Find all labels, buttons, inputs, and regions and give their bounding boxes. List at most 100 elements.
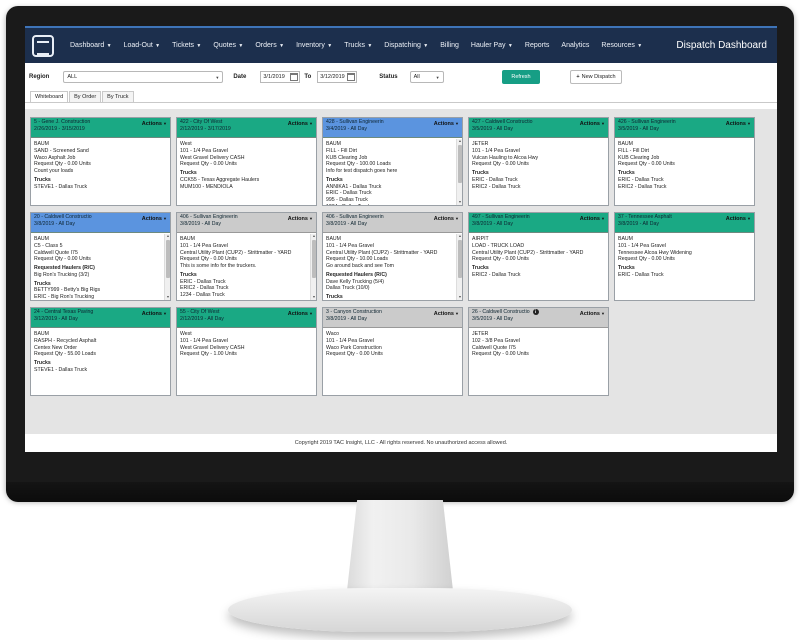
scroll-up-arrow-icon[interactable]: ▲ (457, 234, 462, 239)
card-title[interactable]: 406 - Sullivan Engineerin (180, 214, 238, 221)
dispatch-card[interactable]: 5 - Gene J. Construction 2/26/2019 - 3/15… (30, 117, 171, 206)
actions-dropdown-button[interactable]: Actions ▼ (580, 311, 605, 317)
truck-item[interactable]: ERIC - Dallas Truck (326, 190, 459, 197)
card-scrollbar[interactable]: ▲ ▼ (456, 234, 462, 300)
scroll-up-arrow-icon[interactable]: ▲ (311, 234, 316, 239)
truck-item[interactable]: MUM100 - MENDIOLA (180, 184, 313, 191)
actions-dropdown-button[interactable]: Actions ▼ (434, 216, 459, 222)
status-select[interactable]: All ▼ (409, 71, 444, 83)
info-icon[interactable]: i (532, 309, 539, 315)
scrollbar-thumb[interactable] (458, 145, 462, 183)
dispatch-card[interactable]: 406 - Sullivan Engineerin 3/8/2019 - All … (176, 212, 317, 301)
truck-item[interactable]: ERIC - Dallas Truck (618, 272, 751, 279)
card-title[interactable]: 26 - Caldwell Constructio (472, 309, 530, 315)
nav-item-tickets[interactable]: Tickets ▼ (166, 42, 207, 49)
date-to-input[interactable]: 3/12/2019 (317, 71, 358, 83)
dispatch-card[interactable]: 428 - Sullivan Engineerin 3/4/2019 - All … (322, 117, 463, 206)
scroll-down-arrow-icon[interactable]: ▼ (311, 295, 316, 300)
scroll-down-arrow-icon[interactable]: ▼ (457, 200, 462, 205)
dispatch-card[interactable]: 3 - Canyon Construction 3/8/2019 - All Da… (322, 307, 463, 396)
truck-item[interactable]: 995 - Dallas Truck (326, 197, 459, 204)
dispatch-card[interactable]: 37 - Tennessee Asphalt 3/8/2019 - All Day… (614, 212, 755, 301)
nav-item-analytics[interactable]: Analytics (555, 42, 595, 49)
actions-dropdown-button[interactable]: Actions ▼ (726, 216, 751, 222)
nav-item-dispatching[interactable]: Dispatching ▼ (378, 42, 434, 49)
card-title[interactable]: 497 - Sullivan Engineerin (472, 214, 530, 221)
nav-item-inventory[interactable]: Inventory ▼ (290, 42, 338, 49)
card-title[interactable]: 5 - Gene J. Construction (34, 119, 90, 126)
refresh-button[interactable]: Refresh (502, 70, 540, 84)
truck-item[interactable]: ERIC2 - Dallas Truck (180, 285, 313, 292)
tab-by-order[interactable]: By Order (69, 91, 102, 102)
truck-item[interactable]: ERIC2 - Dallas Truck (472, 272, 605, 279)
nav-item-reports[interactable]: Reports (519, 42, 556, 49)
truck-item[interactable]: 1234 - Dallas Truck (180, 292, 313, 299)
dispatch-card[interactable]: 55 - City Of West 2/12/2019 - All Day Acti… (176, 307, 317, 396)
card-title[interactable]: 3 - Canyon Construction (326, 309, 382, 316)
truck-item[interactable]: ERIC2 - Dallas Truck (618, 184, 751, 191)
nav-item-dashboard[interactable]: Dashboard ▼ (64, 42, 118, 49)
truck-item[interactable]: ERIC - Dallas Truck (180, 279, 313, 286)
actions-dropdown-button[interactable]: Actions ▼ (434, 121, 459, 127)
truck-item[interactable]: STEVE1 - Dallas Truck (34, 367, 167, 374)
card-title[interactable]: 37 - Tennessee Asphalt (618, 214, 672, 221)
scrollbar-thumb[interactable] (166, 240, 170, 278)
card-title[interactable]: 426 - Sullivan Engineerin (618, 119, 676, 126)
tab-whiteboard[interactable]: Whiteboard (30, 91, 69, 102)
calendar-icon[interactable] (290, 73, 299, 81)
card-title[interactable]: 20 - Caldwell Constructio (34, 214, 92, 221)
truck-item[interactable]: ERIC - Big Ron's Trucking (34, 294, 167, 300)
scroll-down-arrow-icon[interactable]: ▼ (165, 295, 170, 300)
truck-item[interactable]: ERIC - Dallas Truck (472, 177, 605, 184)
actions-dropdown-button[interactable]: Actions ▼ (288, 121, 313, 127)
actions-dropdown-button[interactable]: Actions ▼ (288, 311, 313, 317)
app-logo-icon[interactable] (32, 34, 54, 57)
card-title[interactable]: 24 - Central Texas Paving (34, 309, 93, 316)
card-scrollbar[interactable]: ▲ ▼ (310, 234, 316, 300)
actions-dropdown-button[interactable]: Actions ▼ (580, 216, 605, 222)
scrollbar-thumb[interactable] (458, 240, 462, 278)
card-title[interactable]: 422 - City Of West (180, 119, 231, 126)
nav-item-orders[interactable]: Orders ▼ (249, 42, 290, 49)
truck-item[interactable]: ANNIKA1 - Dallas Truck (326, 184, 459, 191)
truck-item[interactable]: ERIC2 - Dallas Truck (472, 184, 605, 191)
dispatch-card[interactable]: 422 - City Of West 2/12/2019 - 3/17/2019 A… (176, 117, 317, 206)
card-title[interactable]: 406 - Sullivan Engineerin (326, 214, 384, 221)
calendar-icon[interactable] (347, 73, 356, 81)
scroll-up-arrow-icon[interactable]: ▲ (165, 234, 170, 239)
truck-item[interactable]: 1234 - Dallas Truck (326, 204, 459, 205)
dispatch-card[interactable]: 20 - Caldwell Constructio 3/8/2019 - All … (30, 212, 171, 301)
nav-item-load-out[interactable]: Load-Out ▼ (118, 42, 167, 49)
actions-dropdown-button[interactable]: Actions ▼ (142, 216, 167, 222)
dispatch-card[interactable]: 406 - Sullivan Engineerin 3/8/2019 - All … (322, 212, 463, 301)
scroll-up-arrow-icon[interactable]: ▲ (457, 139, 462, 144)
truck-item[interactable]: STEVE1 - Dallas Truck (34, 184, 167, 191)
card-scrollbar[interactable]: ▲ ▼ (164, 234, 170, 300)
card-title[interactable]: 427 - Caldwell Constructio (472, 119, 533, 126)
nav-item-resources[interactable]: Resources ▼ (595, 42, 648, 49)
dispatch-card[interactable]: 426 - Sullivan Engineerin 3/5/2019 - All … (614, 117, 755, 206)
actions-dropdown-button[interactable]: Actions ▼ (580, 121, 605, 127)
region-select[interactable]: ALL ▼ (63, 71, 224, 83)
nav-item-hauler-pay[interactable]: Hauler Pay ▼ (465, 42, 519, 49)
new-dispatch-button[interactable]: + New Dispatch (570, 70, 622, 84)
actions-dropdown-button[interactable]: Actions ▼ (726, 121, 751, 127)
dispatch-card[interactable]: 26 - Caldwell Constructio i 3/5/2019 - All… (468, 307, 609, 396)
nav-item-billing[interactable]: Billing (434, 42, 465, 49)
actions-dropdown-button[interactable]: Actions ▼ (288, 216, 313, 222)
nav-item-trucks[interactable]: Trucks ▼ (338, 42, 378, 49)
date-from-input[interactable]: 3/1/2019 (260, 71, 301, 83)
truck-item[interactable]: BETTY999 - Betty's Big Rigs (34, 287, 167, 294)
actions-dropdown-button[interactable]: Actions ▼ (142, 121, 167, 127)
card-title[interactable]: 55 - City Of West (180, 309, 224, 316)
card-title[interactable]: 428 - Sullivan Engineerin (326, 119, 384, 126)
dispatch-card[interactable]: 497 - Sullivan Engineerin 3/8/2019 - All … (468, 212, 609, 301)
truck-item[interactable]: CCK55 - Texas Aggregate Haulers (180, 177, 313, 184)
actions-dropdown-button[interactable]: Actions ▼ (434, 311, 459, 317)
nav-item-quotes[interactable]: Quotes ▼ (207, 42, 249, 49)
actions-dropdown-button[interactable]: Actions ▼ (142, 311, 167, 317)
dispatch-card[interactable]: 427 - Caldwell Constructio 3/5/2019 - All… (468, 117, 609, 206)
scrollbar-thumb[interactable] (312, 240, 316, 278)
scroll-down-arrow-icon[interactable]: ▼ (457, 295, 462, 300)
truck-item[interactable]: ERIC - Dallas Truck (618, 177, 751, 184)
